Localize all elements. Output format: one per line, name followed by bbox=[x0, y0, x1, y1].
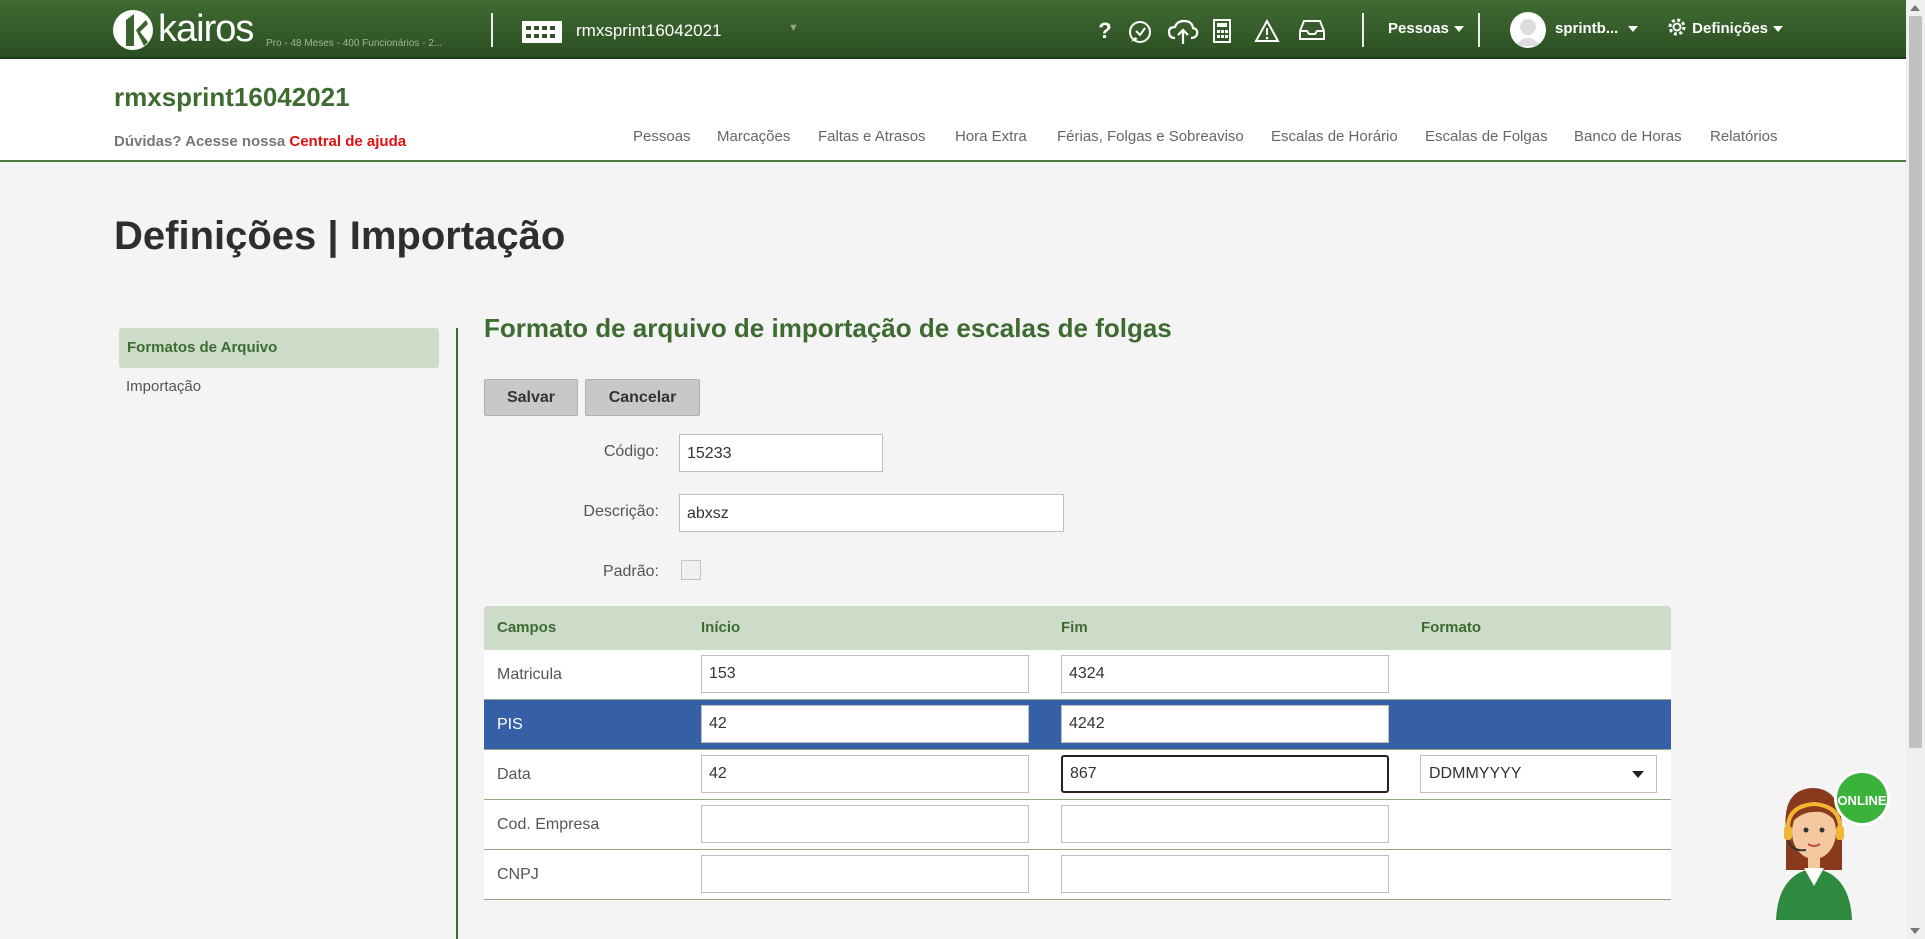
field-name: Data bbox=[497, 766, 531, 783]
nav-marcacoes[interactable]: Marcações bbox=[717, 128, 790, 145]
user-menu[interactable]: sprintb... bbox=[1555, 20, 1639, 37]
inicio-input[interactable] bbox=[701, 805, 1029, 843]
company-grid-icon bbox=[522, 21, 562, 43]
support-icon[interactable] bbox=[1124, 16, 1156, 46]
field-name: Matricula bbox=[497, 666, 562, 683]
pessoas-menu[interactable]: Pessoas bbox=[1388, 20, 1464, 37]
divider bbox=[1478, 13, 1480, 47]
nav-ferias-folgas[interactable]: Férias, Folgas e Sobreaviso bbox=[1057, 128, 1244, 145]
save-button[interactable]: Salvar bbox=[484, 379, 578, 416]
chevron-down-icon[interactable]: ▼ bbox=[788, 22, 799, 34]
chevron-down-icon bbox=[1453, 26, 1464, 33]
nav-relatorios[interactable]: Relatórios bbox=[1710, 128, 1778, 145]
field-name: Cod. Empresa bbox=[497, 816, 600, 833]
kairos-logo[interactable]: kairos Pro - 48 Meses - 400 Funcionários… bbox=[112, 4, 472, 52]
section-title: Formato de arquivo de importação de esca… bbox=[484, 313, 1172, 343]
fim-input[interactable] bbox=[1061, 855, 1389, 893]
header-inicio: Início bbox=[701, 619, 741, 636]
inbox-icon[interactable] bbox=[1296, 16, 1328, 46]
formato-select-value: DDMMYYYY bbox=[1429, 765, 1522, 782]
fim-input[interactable] bbox=[1061, 805, 1389, 843]
help-prefix: Dúvidas? Acesse nossa bbox=[114, 133, 286, 150]
header-fim: Fim bbox=[1061, 619, 1088, 636]
table-row[interactable]: CNPJ bbox=[484, 850, 1671, 900]
descricao-label: Descrição: bbox=[583, 503, 659, 520]
settings-menu[interactable]: Definições bbox=[1666, 18, 1784, 38]
scroll-down-icon[interactable] bbox=[1910, 928, 1920, 934]
user-avatar[interactable] bbox=[1510, 12, 1546, 48]
padrao-checkbox[interactable] bbox=[681, 560, 701, 580]
settings-menu-label: Definições bbox=[1692, 20, 1769, 37]
field-name: PIS bbox=[497, 716, 523, 733]
help-text: Dúvidas? Acesse nossa Central de ajuda bbox=[114, 133, 406, 150]
nav-pessoas[interactable]: Pessoas bbox=[633, 128, 691, 145]
nav-escalas-folgas[interactable]: Escalas de Folgas bbox=[1425, 128, 1548, 145]
gear-icon bbox=[1668, 18, 1686, 36]
table-row[interactable]: Cod. Empresa bbox=[484, 800, 1671, 850]
chevron-down-icon bbox=[1632, 771, 1644, 778]
table-header: Campos Início Fim Formato bbox=[484, 606, 1671, 650]
content-divider bbox=[456, 328, 458, 939]
header-formato: Formato bbox=[1421, 619, 1481, 636]
inicio-input[interactable]: 42 bbox=[701, 755, 1029, 793]
site-title: rmxsprint16042021 bbox=[114, 82, 350, 112]
company-selector[interactable]: rmxsprint16042021 bbox=[576, 21, 722, 41]
page-title: Definições | Importação bbox=[114, 214, 566, 258]
field-name: CNPJ bbox=[497, 866, 539, 883]
codigo-label: Código: bbox=[603, 443, 659, 460]
kairos-logo-icon bbox=[113, 10, 153, 50]
chevron-down-icon bbox=[1628, 26, 1639, 33]
padrao-label: Padrão: bbox=[602, 563, 659, 580]
inicio-input[interactable]: 42 bbox=[701, 705, 1029, 743]
top-bar: kairos Pro - 48 Meses - 400 Funcionários… bbox=[0, 0, 1906, 59]
table-row[interactable]: Data 42 867 DDMMYYYY bbox=[484, 750, 1671, 800]
inicio-input[interactable] bbox=[701, 855, 1029, 893]
scrollbar-thumb[interactable] bbox=[1909, 16, 1922, 748]
nav-banco-horas[interactable]: Banco de Horas bbox=[1574, 128, 1682, 145]
site-header: rmxsprint16042021 Dúvidas? Acesse nossa … bbox=[0, 59, 1906, 162]
user-menu-label: sprintb... bbox=[1555, 20, 1619, 37]
nav-escalas-horario[interactable]: Escalas de Horário bbox=[1271, 128, 1398, 145]
pessoas-menu-label: Pessoas bbox=[1388, 20, 1449, 37]
fim-input[interactable]: 4242 bbox=[1061, 705, 1389, 743]
fim-input[interactable]: 4324 bbox=[1061, 655, 1389, 693]
online-badge: ONLINE bbox=[1834, 770, 1890, 826]
warning-icon[interactable] bbox=[1251, 16, 1283, 46]
divider bbox=[491, 13, 493, 47]
chevron-down-icon bbox=[1773, 26, 1784, 33]
vertical-scrollbar[interactable] bbox=[1906, 0, 1925, 939]
logo-text: kairos bbox=[158, 8, 254, 50]
calculator-icon[interactable] bbox=[1206, 16, 1238, 46]
scroll-up-icon[interactable] bbox=[1910, 5, 1920, 11]
codigo-input[interactable]: 15233 bbox=[679, 434, 883, 472]
header-campos: Campos bbox=[497, 619, 557, 636]
descricao-input[interactable]: abxsz bbox=[679, 494, 1064, 532]
nav-faltas-atrasos[interactable]: Faltas e Atrasos bbox=[818, 128, 926, 145]
sidebar-item-importacao[interactable]: Importação bbox=[126, 378, 201, 395]
formato-select[interactable]: DDMMYYYY bbox=[1420, 755, 1657, 793]
table-row[interactable]: Matricula 153 4324 bbox=[484, 650, 1671, 700]
cancel-button[interactable]: Cancelar bbox=[585, 379, 700, 416]
fim-input[interactable]: 867 bbox=[1061, 755, 1389, 793]
inicio-input[interactable]: 153 bbox=[701, 655, 1029, 693]
nav-hora-extra[interactable]: Hora Extra bbox=[955, 128, 1027, 145]
question-icon[interactable]: ? bbox=[1089, 16, 1121, 46]
divider bbox=[1362, 13, 1364, 47]
cloud-upload-icon[interactable] bbox=[1167, 16, 1199, 46]
table-row[interactable]: PIS 42 4242 bbox=[484, 700, 1671, 750]
sidebar-item-formatos-arquivo[interactable]: Formatos de Arquivo bbox=[119, 328, 439, 368]
help-center-link[interactable]: Central de ajuda bbox=[289, 133, 406, 150]
sidebar-item-label: Formatos de Arquivo bbox=[127, 339, 278, 356]
fields-table: Campos Início Fim Formato Matricula 153 … bbox=[484, 606, 1671, 900]
